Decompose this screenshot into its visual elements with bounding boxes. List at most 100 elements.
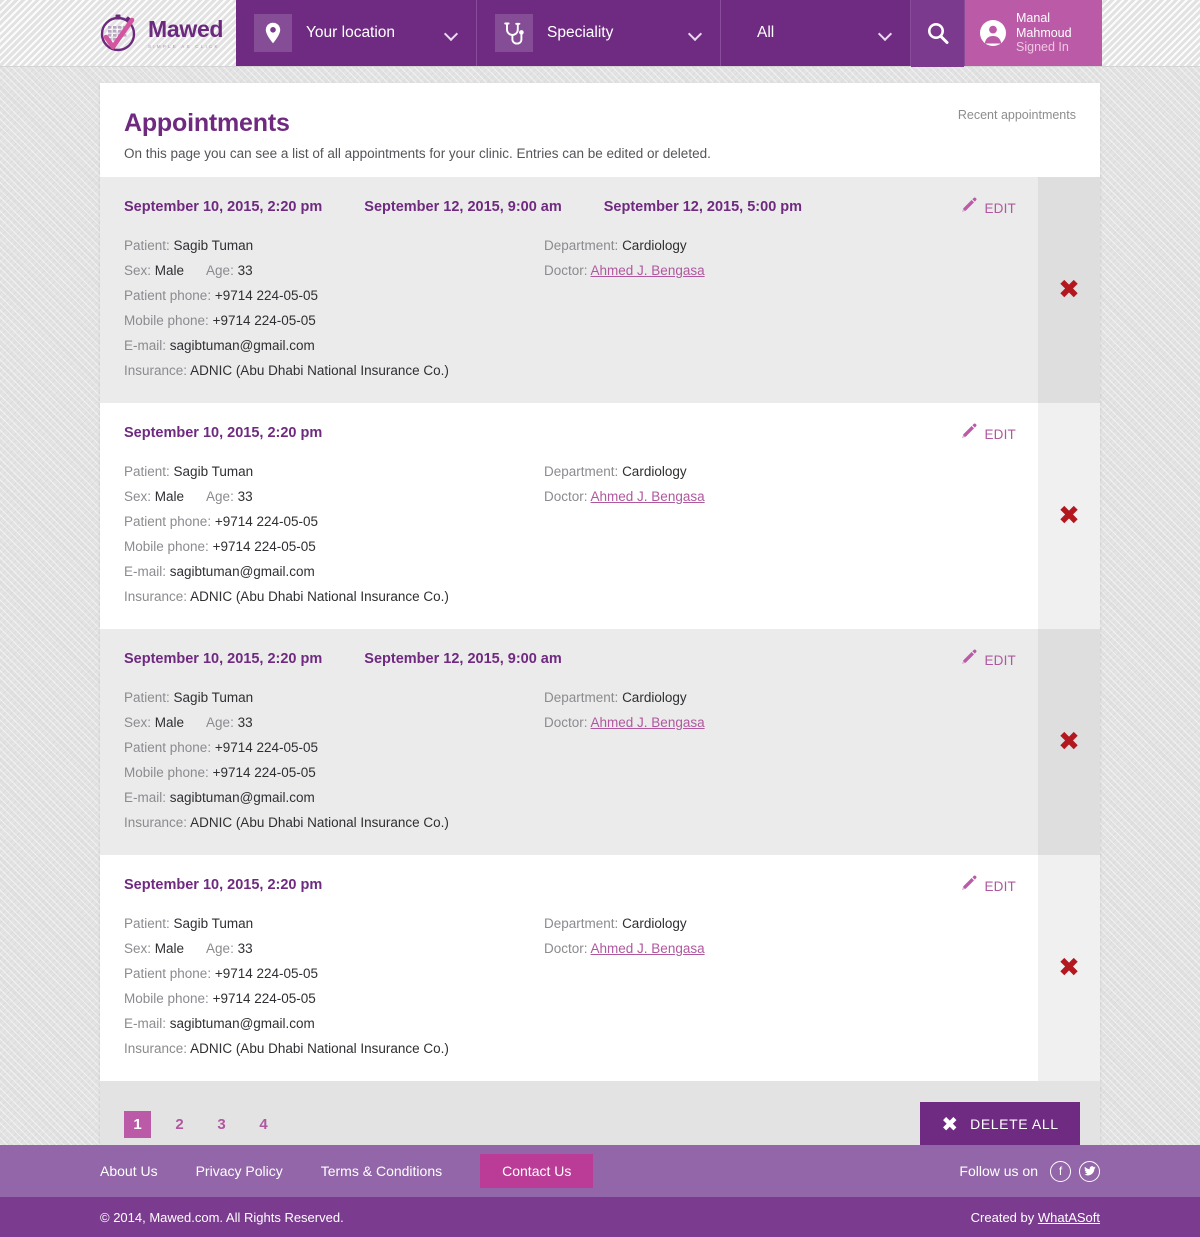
department-value: Cardiology [622, 916, 687, 931]
pagination: 1234 [124, 1110, 277, 1138]
department-label: Department: [544, 464, 619, 479]
edit-button[interactable]: EDIT [960, 423, 1016, 445]
edit-button[interactable]: EDIT [960, 649, 1016, 671]
appointment-date[interactable]: September 10, 2015, 2:20 pm [124, 651, 322, 671]
patient-phone-field: Patient phone: +9714 224-05-05 [124, 735, 544, 760]
patient-field: Patient: Sagib Tuman [124, 233, 544, 258]
brand-logo[interactable]: Mawed SIMPLE AS CLICK [0, 0, 236, 66]
doctor-link[interactable]: Ahmed J. Bengasa [591, 263, 705, 278]
pencil-icon [960, 197, 977, 219]
speciality-dropdown[interactable]: Speciality [476, 0, 720, 66]
mobile-phone-field: Mobile phone: +9714 224-05-05 [124, 308, 544, 333]
insurance-field: Insurance: ADNIC (Abu Dhabi National Ins… [124, 358, 544, 383]
credit-text: Created by WhatASoft [971, 1210, 1100, 1225]
patient-column: Patient: Sagib Tuman Sex: Male Age: 33 Pati… [124, 685, 544, 835]
footer-link-contact[interactable]: Contact Us [480, 1154, 594, 1188]
doctor-link[interactable]: Ahmed J. Bengasa [591, 489, 705, 504]
insurance-field: Insurance: ADNIC (Abu Dhabi National Ins… [124, 584, 544, 609]
appointment-date[interactable]: September 10, 2015, 2:20 pm [124, 425, 322, 445]
follow-us-label: Follow us on [959, 1163, 1038, 1179]
close-x-icon: ✖ [1058, 727, 1080, 757]
insurance-label: Insurance: [124, 815, 188, 830]
sex-label: Sex: [124, 263, 152, 278]
page-title: Appointments [124, 109, 290, 137]
delete-row-button[interactable]: ✖ [1038, 177, 1100, 403]
patient-phone-field: Patient phone: +9714 224-05-05 [124, 509, 544, 534]
appointments-card: Appointments Recent appointments On this… [100, 83, 1100, 1167]
email-value: sagibtuman@gmail.com [169, 564, 315, 579]
appointment-date[interactable]: September 10, 2015, 2:20 pm [124, 877, 322, 897]
sex-age-field: Sex: Male Age: 33 [124, 710, 544, 735]
page-button[interactable]: 4 [250, 1111, 277, 1138]
twitter-icon[interactable] [1079, 1160, 1100, 1182]
age-value: 33 [237, 941, 253, 956]
delete-row-button[interactable]: ✖ [1038, 629, 1100, 855]
appointment-dates: September 10, 2015, 2:20 pm [124, 425, 1014, 445]
patient-phone-label: Patient phone: [124, 514, 212, 529]
department-value: Cardiology [622, 690, 687, 705]
close-x-icon: ✖ [1058, 953, 1080, 983]
age-value: 33 [237, 263, 253, 278]
patient-field: Patient: Sagib Tuman [124, 685, 544, 710]
page-button[interactable]: 3 [208, 1111, 235, 1138]
age-value: 33 [237, 715, 253, 730]
sex-value: Male [154, 715, 185, 730]
patient-field: Patient: Sagib Tuman [124, 459, 544, 484]
mobile-phone-label: Mobile phone: [124, 539, 209, 554]
footer-link-about[interactable]: About Us [100, 1163, 158, 1179]
location-dropdown[interactable]: Your location [236, 0, 476, 66]
mobile-phone-field: Mobile phone: +9714 224-05-05 [124, 534, 544, 559]
edit-button[interactable]: EDIT [960, 875, 1016, 897]
location-label: Your location [306, 24, 396, 41]
mobile-phone-value: +9714 224-05-05 [212, 313, 316, 328]
doctor-link[interactable]: Ahmed J. Bengasa [591, 941, 705, 956]
delete-row-button[interactable]: ✖ [1038, 403, 1100, 629]
footer-link-terms[interactable]: Terms & Conditions [321, 1163, 442, 1179]
appointment-row: September 10, 2015, 2:20 pm EDIT Patient: … [100, 403, 1100, 629]
patient-phone-value: +9714 224-05-05 [214, 966, 319, 981]
pencil-icon [960, 875, 977, 897]
delete-row-button[interactable]: ✖ [1038, 855, 1100, 1081]
card-header: Appointments Recent appointments On this… [100, 83, 1100, 177]
email-field: E-mail: sagibtuman@gmail.com [124, 785, 544, 810]
user-account[interactable]: Manal Mahmoud Signed In [964, 0, 1102, 66]
insurance-value: ADNIC (Abu Dhabi National Insurance Co.) [190, 589, 449, 604]
page-button[interactable]: 1 [124, 1110, 151, 1138]
chevron-down-icon [689, 29, 702, 37]
close-x-icon: ✖ [1058, 275, 1080, 305]
footer-legal: © 2014, Mawed.com. All Rights Reserved. … [0, 1197, 1200, 1237]
credit-company[interactable]: WhatASoft [1038, 1210, 1100, 1225]
detail-columns: Patient: Sagib Tuman Sex: Male Age: 33 Pati… [124, 233, 1014, 383]
doctor-field: Doctor: Ahmed J. Bengasa [544, 258, 1014, 283]
footer-link-privacy[interactable]: Privacy Policy [196, 1163, 283, 1179]
appointment-row: September 10, 2015, 2:20 pm EDIT Patient: … [100, 855, 1100, 1081]
speciality-label: Speciality [547, 24, 614, 41]
appointment-date[interactable]: September 12, 2015, 9:00 am [364, 651, 561, 671]
email-label: E-mail: [124, 1016, 167, 1031]
delete-all-button[interactable]: ✖ DELETE ALL [920, 1102, 1080, 1146]
insurance-label: Insurance: [124, 363, 188, 378]
stopwatch-calendar-check-icon [96, 10, 142, 56]
facebook-icon[interactable]: f [1050, 1160, 1071, 1182]
patient-phone-label: Patient phone: [124, 966, 212, 981]
patient-label: Patient: [124, 464, 170, 479]
doctor-label: Doctor: [544, 715, 588, 730]
mobile-phone-field: Mobile phone: +9714 224-05-05 [124, 760, 544, 785]
recent-appointments-label: Recent appointments [957, 108, 1076, 122]
edit-label: EDIT [984, 878, 1016, 894]
doctor-link[interactable]: Ahmed J. Bengasa [591, 715, 705, 730]
patient-label: Patient: [124, 238, 170, 253]
mobile-phone-value: +9714 224-05-05 [212, 991, 316, 1006]
appointment-dates: September 10, 2015, 2:20 pm [124, 877, 1014, 897]
appointment-date[interactable]: September 10, 2015, 2:20 pm [124, 199, 322, 219]
user-circle-icon [979, 19, 1007, 47]
page-button[interactable]: 2 [166, 1111, 193, 1138]
appointment-date[interactable]: September 12, 2015, 5:00 pm [604, 199, 802, 219]
doctor-label: Doctor: [544, 941, 588, 956]
filter-dropdown[interactable]: All [720, 0, 910, 66]
appointment-date[interactable]: September 12, 2015, 9:00 am [364, 199, 561, 219]
email-label: E-mail: [124, 564, 167, 579]
search-button[interactable] [910, 0, 964, 67]
edit-button[interactable]: EDIT [960, 197, 1016, 219]
appointment-details: September 10, 2015, 2:20 pm September 12,… [100, 177, 1038, 403]
